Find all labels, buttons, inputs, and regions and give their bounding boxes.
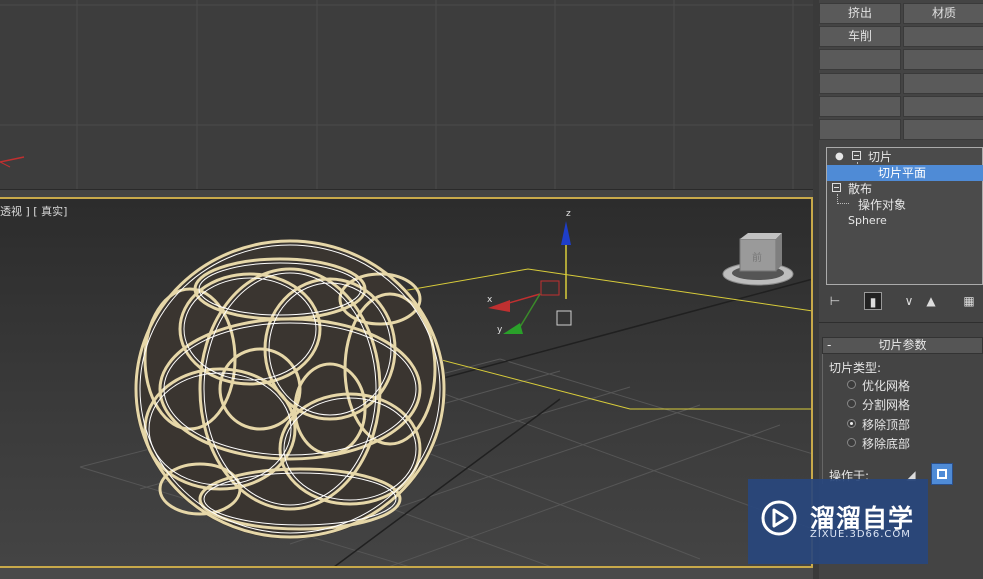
stack-item-label: Sphere bbox=[848, 214, 887, 227]
stack-item-sphere[interactable]: Sphere bbox=[827, 213, 983, 229]
make-unique-icon[interactable]: ∨ bbox=[900, 292, 918, 310]
transform-gizmo[interactable] bbox=[488, 221, 572, 334]
polygon-mode-button[interactable] bbox=[931, 463, 953, 485]
option-label[interactable]: 分割网格 bbox=[862, 396, 910, 413]
rollout-title: 切片参数 bbox=[878, 338, 927, 352]
empty-modifier-button[interactable] bbox=[819, 73, 901, 94]
divider bbox=[819, 322, 983, 323]
slice-params-rollout-header[interactable]: - 切片参数 bbox=[822, 337, 983, 354]
remove-modifier-icon[interactable]: ▲ bbox=[922, 292, 940, 310]
top-viewport[interactable] bbox=[0, 0, 813, 190]
wire-sphere-object[interactable] bbox=[134, 239, 446, 539]
watermark-url: ZIXUE.3D66.COM bbox=[810, 529, 911, 540]
viewcube-face-label: 前 bbox=[752, 251, 762, 264]
stack-toolbar: ⊢ ▮ ∨ ▲ ▦ bbox=[826, 292, 983, 310]
radio-remove-bottom[interactable] bbox=[847, 438, 856, 447]
configure-sets-icon[interactable]: ▦ bbox=[960, 292, 978, 310]
stack-item-label: 操作对象 bbox=[858, 198, 907, 212]
option-label[interactable]: 优化网格 bbox=[862, 377, 910, 394]
empty-modifier-button[interactable] bbox=[819, 49, 901, 70]
stack-item-scatter[interactable]: 散布 bbox=[827, 181, 983, 197]
radio-remove-top[interactable] bbox=[847, 419, 856, 428]
extrude-button[interactable]: 挤出 bbox=[819, 3, 901, 24]
pin-stack-icon[interactable]: ⊢ bbox=[826, 292, 844, 310]
lathe-button[interactable]: 车削 bbox=[819, 26, 901, 47]
option-label[interactable]: 移除底部 bbox=[862, 435, 910, 452]
show-end-result-icon[interactable]: ▮ bbox=[864, 292, 882, 310]
stack-item-label: 散布 bbox=[848, 182, 873, 196]
radio-split-mesh[interactable] bbox=[847, 399, 856, 408]
empty-modifier-button[interactable] bbox=[903, 119, 983, 140]
stack-item-label: 切片 bbox=[868, 150, 893, 164]
collapse-minus-icon[interactable]: - bbox=[827, 338, 831, 353]
collapse-icon[interactable] bbox=[852, 151, 861, 160]
radio-refine-mesh[interactable] bbox=[847, 380, 856, 389]
modifier-stack[interactable]: ● 切片 切片平面 散布 操作对象 Sphere bbox=[826, 147, 983, 285]
stack-item-slice-plane[interactable]: 切片平面 bbox=[827, 165, 983, 181]
stack-item-operand[interactable]: 操作对象 bbox=[827, 197, 983, 213]
collapse-icon[interactable] bbox=[832, 183, 841, 192]
square-icon bbox=[937, 469, 947, 479]
status-strip bbox=[0, 568, 813, 579]
slice-type-label: 切片类型: bbox=[829, 361, 882, 375]
watermark-badge: 溜溜自学 ZIXUE.3D66.COM bbox=[748, 479, 928, 564]
play-logo-icon bbox=[761, 500, 797, 536]
lightbulb-icon[interactable]: ● bbox=[835, 149, 844, 165]
option-label[interactable]: 移除顶部 bbox=[862, 416, 910, 433]
empty-modifier-button[interactable] bbox=[903, 96, 983, 117]
empty-modifier-button[interactable] bbox=[903, 73, 983, 94]
gizmo-z-label: z bbox=[566, 209, 571, 219]
stack-item-label: 切片平面 bbox=[878, 166, 927, 180]
viewport-scene: z x y 前 bbox=[79, 209, 811, 566]
top-viewport-grid bbox=[0, 0, 813, 189]
gizmo-y-label: y bbox=[497, 325, 503, 335]
empty-modifier-button[interactable] bbox=[819, 96, 901, 117]
app-window: 透视 ] [ 真实] z x y 前 挤出 材质 车削 ● 切片 切片平面 散布… bbox=[0, 0, 983, 579]
material-button[interactable]: 材质 bbox=[903, 3, 983, 24]
perspective-viewport[interactable]: 透视 ] [ 真实] z x y 前 bbox=[0, 197, 813, 568]
gizmo-x-label: x bbox=[487, 295, 493, 305]
stack-item-slice[interactable]: ● 切片 bbox=[827, 149, 983, 165]
empty-modifier-button[interactable] bbox=[903, 26, 983, 47]
empty-modifier-button[interactable] bbox=[903, 49, 983, 70]
empty-modifier-button[interactable] bbox=[819, 119, 901, 140]
